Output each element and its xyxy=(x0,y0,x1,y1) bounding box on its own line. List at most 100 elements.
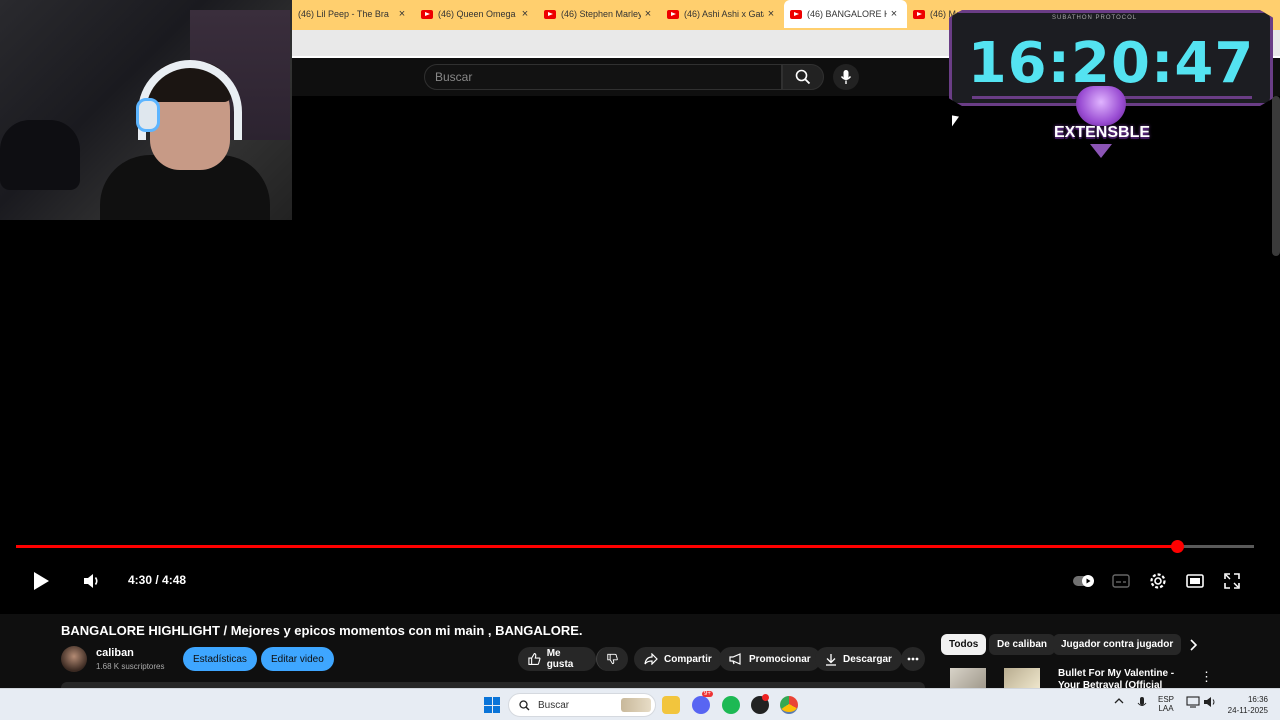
thumbs-up-icon xyxy=(528,653,541,665)
download-button[interactable]: Descargar xyxy=(815,647,902,671)
like-button[interactable]: Me gusta xyxy=(518,647,596,671)
download-icon xyxy=(826,653,836,666)
timecode: 4:30 / 4:48 xyxy=(128,573,187,587)
progress-fill xyxy=(16,545,1177,548)
obs-icon[interactable] xyxy=(751,694,769,714)
youtube-favicon-icon xyxy=(790,9,802,19)
chip-from-channel[interactable]: De caliban xyxy=(989,634,1056,655)
channel-name[interactable]: caliban xyxy=(96,647,134,659)
cap-on-shelf xyxy=(0,120,80,190)
tray-chevron-up-icon[interactable] xyxy=(1114,697,1124,706)
edit-video-button[interactable]: Editar video xyxy=(261,647,334,671)
autoplay-icon xyxy=(1073,575,1094,587)
recommended-thumbnail xyxy=(950,668,986,688)
more-horizontal-icon xyxy=(907,657,919,661)
taskbar-search[interactable]: Buscar xyxy=(508,693,656,717)
thumbs-down-icon xyxy=(607,653,618,665)
network-icon[interactable] xyxy=(1186,696,1200,710)
stats-button[interactable]: Estadísticas xyxy=(183,647,257,671)
windows-taskbar: Buscar 9+ ESP LAA 16:36 24-11-2025 xyxy=(0,688,1280,720)
promote-label: Promocionar xyxy=(749,653,811,665)
subtitles-button[interactable] xyxy=(1110,570,1132,592)
webcam-overlay xyxy=(0,0,292,220)
like-label: Me gusta xyxy=(546,648,574,670)
windows-start-button[interactable] xyxy=(484,697,500,713)
video-title: BANGALORE HIGHLIGHT / Mejores y epicos m… xyxy=(61,623,583,638)
browser-tab[interactable]: (46) Stephen Marley × xyxy=(538,0,661,28)
recommended-thumbnail-2 xyxy=(1004,668,1040,688)
recommended-video[interactable]: Bullet For My Valentine - Your Betrayal … xyxy=(950,668,1280,703)
progress-scrubber[interactable] xyxy=(1170,540,1184,553)
tray-microphone-icon[interactable] xyxy=(1137,696,1147,712)
clock-date: 24-11-2025 xyxy=(1227,706,1268,715)
youtube-favicon-icon xyxy=(421,9,433,19)
search-icon xyxy=(795,69,811,85)
headset-earcup xyxy=(136,98,160,132)
keyboard-layout: LAA xyxy=(1158,704,1174,713)
emblem-text: EXTENSBLE xyxy=(1054,124,1151,141)
discord-badge: 9+ xyxy=(702,691,713,697)
play-button[interactable] xyxy=(28,568,54,594)
discord-icon[interactable]: 9+ xyxy=(692,691,713,714)
extensible-emblem: EXTENSBLE xyxy=(1054,86,1151,162)
timer-label: SUBATHON PROTOCOL xyxy=(1052,15,1138,21)
close-icon[interactable]: × xyxy=(764,8,778,20)
screen: (46) Lil Peep - The Bra × (46) Queen Omega… xyxy=(0,0,1280,720)
gorilla-mask-icon xyxy=(1076,86,1126,126)
promote-button[interactable]: Promocionar xyxy=(719,647,821,671)
voice-search-button[interactable] xyxy=(833,64,859,90)
language-code: ESP xyxy=(1158,695,1175,704)
share-button[interactable]: Compartir xyxy=(634,647,722,671)
more-vertical-icon[interactable]: ⋮ xyxy=(1200,669,1213,685)
share-label: Compartir xyxy=(664,653,712,665)
subtitles-icon xyxy=(1112,574,1130,588)
theater-mode-button[interactable] xyxy=(1184,570,1206,592)
chip-pvp[interactable]: Jugador contra jugador xyxy=(1053,634,1182,655)
chrome-icon[interactable] xyxy=(780,696,798,714)
fullscreen-button[interactable] xyxy=(1221,570,1243,592)
page-scrollbar[interactable] xyxy=(1272,96,1280,256)
browser-tab[interactable]: (46) Lil Peep - The Bra × xyxy=(292,0,415,28)
tab-title: (46) BANGALORE HIG xyxy=(807,9,887,19)
volume-button[interactable] xyxy=(80,569,104,593)
youtube-favicon-icon xyxy=(913,9,925,19)
chip-all[interactable]: Todos xyxy=(941,634,987,655)
close-icon[interactable]: × xyxy=(887,8,901,20)
more-actions-button[interactable] xyxy=(901,647,925,671)
settings-button[interactable] xyxy=(1147,570,1169,592)
chevron-right-icon xyxy=(1190,639,1197,651)
browser-tab[interactable]: (46) Queen Omega & × xyxy=(415,0,538,28)
volume-icon xyxy=(84,574,98,588)
file-explorer-icon[interactable] xyxy=(662,696,680,714)
tab-title: (46) Stephen Marley xyxy=(561,9,641,19)
microphone-icon xyxy=(840,70,852,84)
autoplay-toggle[interactable] xyxy=(1071,570,1097,592)
spotify-icon[interactable] xyxy=(722,696,740,714)
tab-title: (46) Lil Peep - The Bra xyxy=(298,9,389,19)
search-input[interactable]: Buscar xyxy=(424,64,782,90)
close-icon[interactable]: × xyxy=(641,8,655,20)
dislike-button[interactable] xyxy=(596,647,628,671)
search-highlight-image xyxy=(621,698,651,712)
tab-title: (46) Queen Omega & xyxy=(438,9,518,19)
recording-dot xyxy=(762,694,769,701)
progress-bar[interactable] xyxy=(16,540,1254,553)
close-icon[interactable]: × xyxy=(395,8,409,20)
share-icon xyxy=(644,653,658,665)
browser-tab[interactable]: (46) BANGALORE HIG× xyxy=(784,0,907,28)
volume-icon[interactable] xyxy=(1203,696,1217,710)
close-icon[interactable]: × xyxy=(518,8,532,20)
mouse-cursor-icon xyxy=(952,115,959,128)
language-indicator[interactable]: ESP LAA xyxy=(1158,695,1174,713)
tab-title: (46) Ashi Ashi x Gata xyxy=(684,9,764,19)
search-button[interactable] xyxy=(782,64,824,90)
channel-avatar[interactable] xyxy=(61,646,87,672)
system-clock[interactable]: 16:36 24-11-2025 xyxy=(1224,694,1268,716)
video-info-area: BANGALORE HIGHLIGHT / Mejores y epicos m… xyxy=(0,614,1280,703)
taskbar-search-placeholder: Buscar xyxy=(538,699,570,711)
chips-next-button[interactable] xyxy=(1184,636,1202,654)
subscriber-count: 1.68 K suscriptores xyxy=(96,662,165,671)
search-icon xyxy=(519,699,530,710)
browser-tab[interactable]: (46) Ashi Ashi x Gata × xyxy=(661,0,784,28)
theater-icon xyxy=(1186,574,1204,588)
